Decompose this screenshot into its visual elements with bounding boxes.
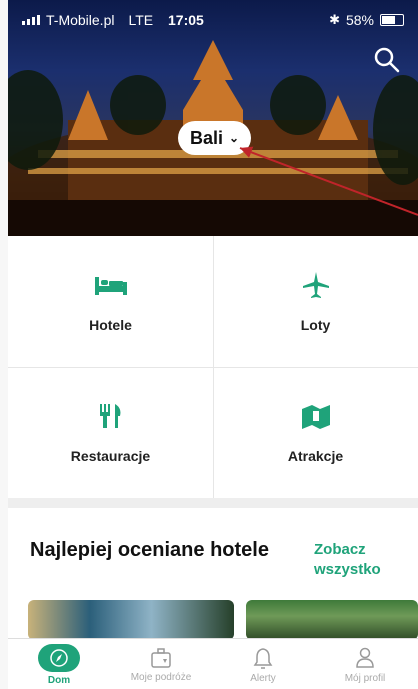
battery-info: ✱ 58% bbox=[329, 12, 404, 28]
category-label: Hotele bbox=[89, 316, 132, 333]
compass-icon bbox=[38, 643, 80, 672]
bottom-nav: Dom Moje podróże Alerty Mój profil bbox=[8, 638, 418, 689]
hotel-card-thumbnail[interactable] bbox=[246, 600, 418, 638]
nav-tab-profile[interactable]: Mój profil bbox=[324, 639, 406, 689]
location-name: Bali bbox=[190, 127, 224, 148]
section-divider bbox=[8, 498, 418, 508]
see-all-link[interactable]: Zobacz wszystko bbox=[314, 540, 414, 580]
restaurant-icon bbox=[93, 402, 129, 430]
carrier-info: T-Mobile.pl LTE bbox=[22, 12, 153, 28]
nav-tab-label: Dom bbox=[47, 674, 71, 686]
category-restaurants[interactable]: Restauracje bbox=[8, 367, 213, 498]
battery-percent: 58% bbox=[345, 12, 374, 28]
nav-tab-alerts[interactable]: Alerty bbox=[222, 639, 304, 689]
category-flights[interactable]: Loty bbox=[213, 236, 418, 367]
category-label: Restauracje bbox=[70, 447, 151, 464]
suitcase-icon bbox=[151, 647, 171, 668]
nav-tab-label: Mój profil bbox=[344, 672, 386, 684]
location-selector[interactable]: Bali ⌄ bbox=[178, 121, 252, 155]
section-title: Najlepiej oceniane hotele bbox=[30, 539, 269, 561]
user-icon bbox=[356, 647, 374, 668]
nav-tab-label: Moje podróże bbox=[130, 671, 192, 683]
category-label: Atrakcje bbox=[287, 447, 344, 464]
category-grid: Hotele Loty Restauracje Atrakcje bbox=[8, 236, 418, 498]
nav-tab-label: Alerty bbox=[250, 672, 276, 684]
network-type: LTE bbox=[128, 12, 154, 28]
status-time: 17:05 bbox=[168, 12, 204, 28]
app-screen: T-Mobile.pl LTE 17:05 ✱ 58% Bali ⌄ Hotel… bbox=[0, 0, 418, 689]
category-attractions[interactable]: Atrakcje bbox=[213, 367, 418, 498]
grid-divider bbox=[8, 367, 418, 368]
status-bar: T-Mobile.pl LTE 17:05 ✱ 58% bbox=[8, 0, 418, 38]
bell-icon bbox=[253, 647, 273, 669]
battery-icon bbox=[380, 14, 404, 26]
category-hotels[interactable]: Hotele bbox=[8, 236, 213, 367]
bed-icon bbox=[93, 271, 129, 299]
carrier-name: T-Mobile.pl bbox=[46, 12, 115, 28]
search-icon bbox=[374, 47, 400, 73]
nav-tab-trips[interactable]: Moje podróże bbox=[120, 639, 202, 689]
nav-tab-home[interactable]: Dom bbox=[18, 639, 100, 689]
hotel-card-thumbnail[interactable] bbox=[28, 600, 234, 638]
plane-icon bbox=[298, 271, 334, 299]
bluetooth-icon: ✱ bbox=[329, 12, 340, 27]
chevron-down-icon: ⌄ bbox=[229, 131, 240, 145]
top-rated-section: Najlepiej oceniane hotele Zobacz wszystk… bbox=[8, 508, 418, 638]
signal-icon bbox=[22, 15, 40, 25]
ticket-icon bbox=[298, 402, 334, 430]
category-label: Loty bbox=[300, 316, 331, 333]
search-button[interactable] bbox=[372, 45, 402, 75]
hero-banner: T-Mobile.pl LTE 17:05 ✱ 58% Bali ⌄ bbox=[8, 0, 418, 236]
